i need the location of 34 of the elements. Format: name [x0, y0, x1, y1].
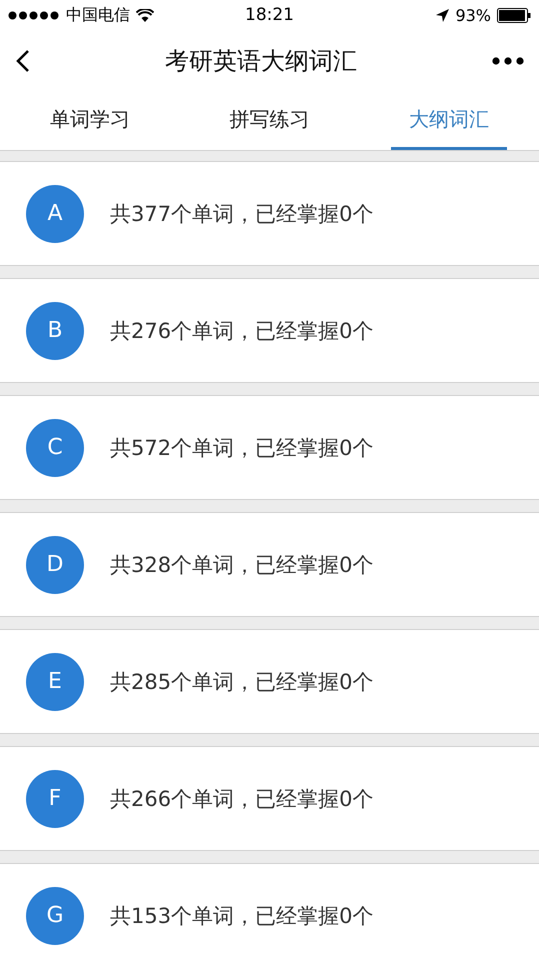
list-item[interactable]: C 共572个单词，已经掌握0个 — [0, 395, 539, 500]
word-count-text: 共153个单词，已经掌握0个 — [110, 902, 374, 930]
word-count-text: 共377个单词，已经掌握0个 — [110, 200, 374, 228]
word-count-text: 共572个单词，已经掌握0个 — [110, 434, 374, 462]
list-item[interactable]: A 共377个单词，已经掌握0个 — [0, 161, 539, 266]
page-title: 考研英语大纲词汇 — [165, 46, 357, 77]
wifi-icon — [136, 8, 154, 22]
list-item[interactable]: G 共153个单词，已经掌握0个 — [0, 863, 539, 960]
status-time: 18:21 — [245, 5, 294, 25]
word-count-text: 共328个单词，已经掌握0个 — [110, 552, 374, 578]
word-count-text: 共285个单词，已经掌握0个 — [110, 668, 374, 696]
letter-avatar: C — [26, 418, 84, 476]
list-item[interactable]: F 共266个单词，已经掌握0个 — [0, 746, 539, 851]
back-icon[interactable] — [16, 49, 30, 73]
list-item[interactable]: E 共285个单词，已经掌握0个 — [0, 629, 539, 734]
more-icon[interactable] — [492, 57, 524, 65]
battery-percent: 93% — [455, 6, 491, 24]
letter-avatar: G — [26, 886, 84, 944]
letter-avatar: B — [26, 302, 84, 360]
letter-avatar: A — [26, 184, 84, 242]
tab[interactable]: 拼写练习 — [212, 92, 328, 150]
letter-avatar: D — [26, 536, 84, 594]
tab[interactable]: 大纲词汇 — [391, 92, 508, 150]
location-icon — [436, 8, 450, 22]
list-item[interactable]: D 共328个单词，已经掌握0个 — [0, 512, 539, 617]
letter-avatar: F — [26, 770, 84, 828]
list-item[interactable]: B 共276个单词，已经掌握0个 — [0, 278, 539, 383]
signal-icon — [8, 10, 60, 20]
battery-icon — [497, 8, 531, 22]
word-count-text: 共266个单词，已经掌握0个 — [110, 786, 374, 812]
carrier-name: 中国电信 — [66, 4, 130, 26]
word-count-text: 共276个单词，已经掌握0个 — [110, 318, 374, 344]
tab[interactable]: 单词学习 — [32, 92, 148, 150]
letter-avatar: E — [26, 652, 84, 710]
